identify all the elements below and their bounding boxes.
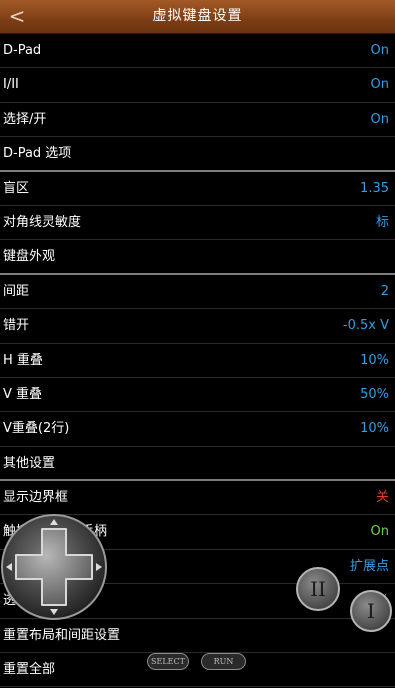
dpad-icon[interactable]	[0, 511, 110, 623]
section-header: 其他设置	[3, 455, 56, 471]
setting-diagonal-sensitivity[interactable]: 对角线灵敏度 标	[0, 206, 395, 241]
setting-label: 错开	[3, 318, 30, 334]
setting-dead-zone[interactable]: 盲区 1.35	[0, 172, 395, 206]
setting-label: I/II	[3, 77, 19, 93]
setting-label: 重置布局和间距设置	[3, 627, 121, 643]
setting-v-overlap[interactable]: V 重叠 50%	[0, 378, 395, 413]
section-other-settings: 其他设置	[0, 447, 395, 482]
setting-select-start[interactable]: 选择/开 On	[0, 103, 395, 138]
gamepad-button-i[interactable]: I	[350, 590, 392, 632]
setting-value: 10%	[360, 352, 389, 368]
setting-spacing[interactable]: 间距 2	[0, 275, 395, 310]
setting-reset-layout[interactable]: 重置布局和间距设置	[0, 619, 395, 654]
setting-value: 标	[375, 214, 389, 230]
setting-value: On	[370, 77, 389, 93]
section-header: 键盘外观	[3, 249, 56, 265]
setting-value: 扩展点	[349, 558, 389, 574]
setting-value: 关	[375, 490, 389, 506]
setting-label: 显示边界框	[3, 490, 69, 506]
run-button[interactable]: RUN	[201, 653, 246, 670]
setting-label: 盲区	[3, 180, 30, 196]
page-title: 虚拟键盘设置	[152, 8, 243, 24]
select-button[interactable]: SELECT	[147, 653, 189, 670]
section-keyboard-appearance: 键盘外观	[0, 240, 395, 275]
gamepad-button-ii[interactable]: II	[296, 567, 340, 611]
setting-i-ii[interactable]: I/II On	[0, 68, 395, 103]
setting-stagger[interactable]: 错开 -0.5x V	[0, 309, 395, 344]
setting-label: H 重叠	[3, 352, 43, 368]
setting-label: 间距	[3, 283, 30, 299]
setting-label: V 重叠	[3, 386, 43, 402]
setting-value: 2	[380, 283, 389, 299]
setting-value: On	[370, 111, 389, 127]
setting-value: On	[370, 43, 389, 58]
setting-label: 选择/开	[3, 111, 47, 127]
section-dpad-options: D-Pad 选项	[0, 137, 395, 172]
section-header: D-Pad 选项	[3, 146, 72, 162]
setting-reset-all[interactable]: 重置全部	[0, 653, 395, 688]
setting-value: 10%	[360, 421, 389, 437]
setting-h-overlap[interactable]: H 重叠 10%	[0, 344, 395, 378]
setting-label: 重置全部	[3, 662, 56, 678]
setting-label: 对角线灵敏度	[3, 214, 82, 230]
setting-value: On	[370, 524, 389, 540]
setting-label: V重叠(2行)	[3, 421, 70, 437]
setting-value: 1.35	[360, 180, 389, 196]
setting-v-overlap-2-rows[interactable]: V重叠(2行) 10%	[0, 412, 395, 447]
setting-dpad[interactable]: D-Pad On	[0, 34, 395, 69]
setting-label: D-Pad	[3, 43, 42, 58]
setting-value: 50%	[360, 386, 389, 402]
title-bar: < 虚拟键盘设置	[0, 0, 395, 34]
setting-value: -0.5x V	[342, 318, 389, 334]
